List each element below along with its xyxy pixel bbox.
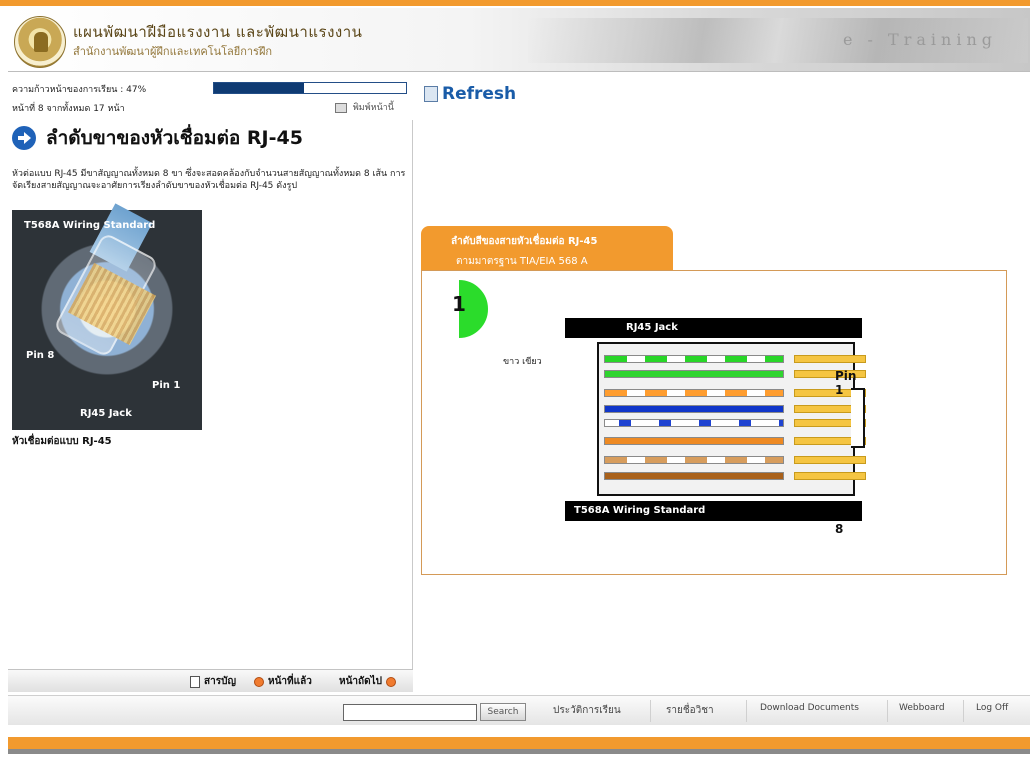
photo-top-label: T568A Wiring Standard	[24, 220, 156, 231]
wire-white-blue	[604, 419, 784, 427]
progress-label: ความก้าวหน้าของการเรียน : 47%	[12, 85, 147, 95]
wire-brown	[604, 472, 784, 480]
lesson-meta: ความก้าวหน้าของการเรียน : 47% หน้าที่ 8 …	[8, 78, 413, 120]
courses-link[interactable]: รายชื่อวิชา	[666, 703, 714, 721]
next-label: หน้าถัดไป	[339, 676, 382, 687]
rj45-diagram: RJ45 Jack ขาว เขียว Pin 1 8 T568A Wiring…	[503, 318, 866, 536]
diagram-tab-title: ลำดับสีของสายหัวเชื่อมต่อ RJ-45	[451, 236, 598, 247]
print-link[interactable]: พิมพ์หน้านี้	[335, 100, 394, 114]
wire-orange	[604, 437, 784, 445]
previous-button[interactable]: หน้าที่แล้ว	[254, 674, 312, 689]
contents-label: สารบัญ	[204, 676, 236, 687]
arrow-right-icon	[12, 126, 36, 150]
diagram-side-label: ขาว เขียว	[503, 357, 542, 367]
wire-white-green	[604, 355, 784, 363]
diagram-tab-subtitle: ตามมาตรฐาน TIA/EIA 568 A	[456, 256, 588, 267]
footer-accent-bar	[8, 737, 1030, 749]
connector-latch	[851, 388, 865, 448]
progress-bar	[213, 82, 407, 94]
content-panel: Refresh ลำดับสีของสายหัวเชื่อมต่อ RJ-45 …	[418, 78, 1022, 692]
next-button[interactable]: หน้าถัดไป	[339, 674, 396, 689]
pin-7	[794, 456, 866, 464]
lesson-title-row: ลำดับขาของหัวเชื่อมต่อ RJ-45	[12, 124, 303, 152]
bottom-toolbar: Search ประวัติการเรียน รายชื่อวิชา Downl…	[8, 695, 1030, 725]
history-link[interactable]: ประวัติการเรียน	[553, 703, 621, 721]
step-indicator: 1	[429, 279, 489, 339]
separator	[650, 700, 651, 722]
header-subtitle: สำนักงานพัฒนาผู้ฝึกและเทคโนโลยีการฝึก	[73, 45, 273, 58]
page-label: หน้าที่ 8 จากทั้งหมด 17 หน้า	[12, 104, 125, 114]
lesson-description: หัวต่อแบบ RJ-45 มีขาสัญญาณทั้งหมด 8 ขา ซ…	[12, 169, 406, 191]
download-documents-link[interactable]: Download Documents	[760, 703, 859, 721]
separator	[963, 700, 964, 722]
next-icon	[385, 676, 396, 687]
separator	[887, 700, 888, 722]
app-page: แผนพัฒนาฝีมือแรงงาน และพัฒนาแรงงาน สำนัก…	[0, 0, 1030, 759]
separator	[746, 700, 747, 722]
previous-label: หน้าที่แล้ว	[268, 676, 312, 687]
connector-body: Pin 1 Pin 8	[597, 342, 866, 536]
pin-1	[794, 355, 866, 363]
photo-caption: หัวเชื่อมต่อแบบ RJ-45	[12, 436, 112, 447]
logo-seal	[14, 16, 66, 68]
header-title: แผนพัฒนาฝีมือแรงงาน และพัฒนาแรงงาน	[73, 23, 363, 41]
footer-shadow	[8, 749, 1030, 754]
previous-icon	[254, 676, 264, 687]
lesson-nav-bar: สารบัญ หน้าที่แล้ว หน้าถัดไป	[8, 669, 413, 692]
wire-white-orange	[604, 389, 784, 397]
rj45-photo: T568A Wiring Standard Pin 8 Pin 1 RJ45 J…	[12, 203, 202, 430]
lesson-title: ลำดับขาของหัวเชื่อมต่อ RJ-45	[46, 127, 303, 149]
progress-fill	[214, 83, 305, 93]
banner-text: e - Training	[843, 30, 997, 49]
header: แผนพัฒนาฝีมือแรงงาน และพัฒนาแรงงาน สำนัก…	[8, 8, 1030, 72]
search-button[interactable]: Search	[480, 703, 526, 721]
refresh-icon	[424, 86, 438, 102]
diagram-top-band: RJ45 Jack	[565, 318, 862, 338]
print-label: พิมพ์หน้านี้	[352, 103, 394, 113]
print-icon	[335, 102, 347, 113]
contents-icon	[190, 675, 200, 688]
diagram-tab: ลำดับสีของสายหัวเชื่อมต่อ RJ-45 ตามมาตรฐ…	[421, 226, 673, 272]
refresh-link[interactable]: Refresh	[424, 84, 516, 104]
search-input[interactable]	[343, 704, 477, 721]
top-accent-bar	[0, 0, 1030, 6]
webboard-link[interactable]: Webboard	[899, 703, 945, 721]
contents-button[interactable]: สารบัญ	[190, 674, 236, 689]
wire-blue	[604, 405, 784, 413]
wire-white-brown	[604, 456, 784, 464]
photo-pin1-label: Pin 1	[152, 380, 181, 391]
pin-8	[794, 472, 866, 480]
refresh-label: Refresh	[442, 84, 517, 104]
lesson-panel: ความก้าวหน้าของการเรียน : 47% หน้าที่ 8 …	[8, 78, 413, 692]
photo-pin8-label: Pin 8	[26, 350, 55, 361]
photo-bottom-label: RJ45 Jack	[80, 408, 132, 419]
step-number: 1	[452, 292, 466, 316]
wire-green	[604, 370, 784, 378]
diagram-top-label: RJ45 Jack	[626, 322, 678, 333]
diagram-bottom-label: T568A Wiring Standard	[574, 505, 706, 516]
logoff-link[interactable]: Log Off	[976, 703, 1008, 721]
diagram-bottom-band: T568A Wiring Standard	[565, 501, 862, 521]
